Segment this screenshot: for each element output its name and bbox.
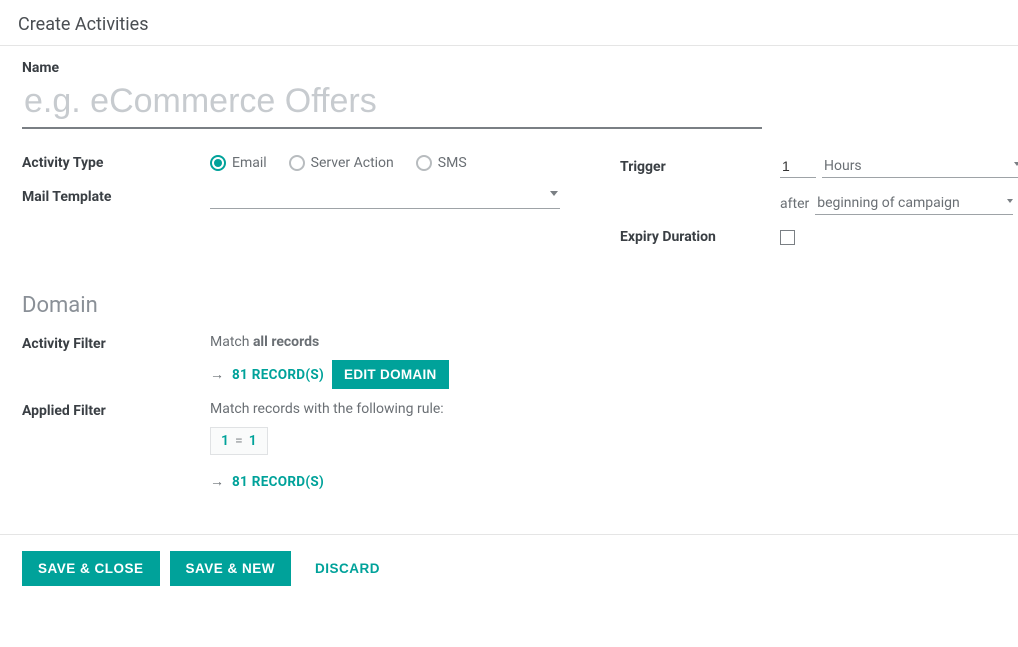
trigger-unit-value: Hours — [824, 158, 862, 174]
dialog-title: Create Activities — [0, 0, 1018, 45]
match-bold: all records — [253, 334, 319, 350]
trigger-label: Trigger — [620, 159, 780, 175]
rule-operator: = — [235, 433, 243, 449]
match-prefix: Match — [210, 334, 253, 350]
name-label: Name — [22, 60, 996, 76]
activity-filter-records-link[interactable]: 81 RECORD(S) — [232, 367, 324, 383]
dialog-body: Name Activity Type Email Server Action — [0, 45, 1018, 535]
arrow-right-icon: → — [210, 473, 224, 490]
activity-filter-match-text: Match all records — [210, 334, 319, 350]
activity-filter-label: Activity Filter — [22, 334, 210, 352]
discard-button[interactable]: DISCARD — [301, 551, 394, 586]
radio-email-label: Email — [232, 155, 267, 171]
save-new-button[interactable]: SAVE & NEW — [170, 551, 292, 586]
radio-circle-icon — [416, 155, 432, 171]
rule-rhs: 1 — [249, 433, 257, 449]
trigger-unit-select[interactable]: Hours — [822, 155, 1018, 178]
caret-down-icon — [1014, 162, 1018, 166]
rule-lhs: 1 — [221, 433, 229, 449]
edit-domain-button[interactable]: EDIT DOMAIN — [332, 360, 449, 389]
radio-circle-icon — [210, 155, 226, 171]
applied-filter-records-link[interactable]: 81 RECORD(S) — [232, 474, 324, 490]
name-input[interactable] — [22, 76, 762, 129]
arrow-right-icon: → — [210, 366, 224, 383]
radio-sms[interactable]: SMS — [416, 155, 467, 171]
activity-type-radio-group: Email Server Action SMS — [210, 155, 467, 171]
dialog-footer: SAVE & CLOSE SAVE & NEW DISCARD — [0, 535, 1018, 602]
radio-email[interactable]: Email — [210, 155, 267, 171]
radio-sms-label: SMS — [438, 155, 467, 171]
applied-filter-label: Applied Filter — [22, 401, 210, 419]
radio-server-action[interactable]: Server Action — [289, 155, 394, 171]
trigger-number-input[interactable] — [780, 155, 816, 178]
trigger-after-word: after — [780, 196, 809, 212]
caret-down-icon — [550, 191, 558, 196]
caret-down-icon — [1007, 199, 1013, 203]
trigger-relative-value: beginning of campaign — [817, 195, 960, 211]
domain-section-title: Domain — [22, 293, 996, 318]
applied-filter-desc: Match records with the following rule: — [210, 401, 444, 417]
mail-template-select[interactable] — [210, 185, 560, 209]
mail-template-label: Mail Template — [22, 189, 210, 205]
save-close-button[interactable]: SAVE & CLOSE — [22, 551, 160, 586]
expiry-checkbox[interactable] — [780, 230, 795, 245]
radio-server-action-label: Server Action — [311, 155, 394, 171]
trigger-relative-select[interactable]: beginning of campaign — [815, 192, 1013, 215]
radio-circle-icon — [289, 155, 305, 171]
activity-type-label: Activity Type — [22, 155, 210, 171]
applied-filter-rule: 1 = 1 — [210, 427, 268, 455]
expiry-label: Expiry Duration — [620, 229, 780, 245]
